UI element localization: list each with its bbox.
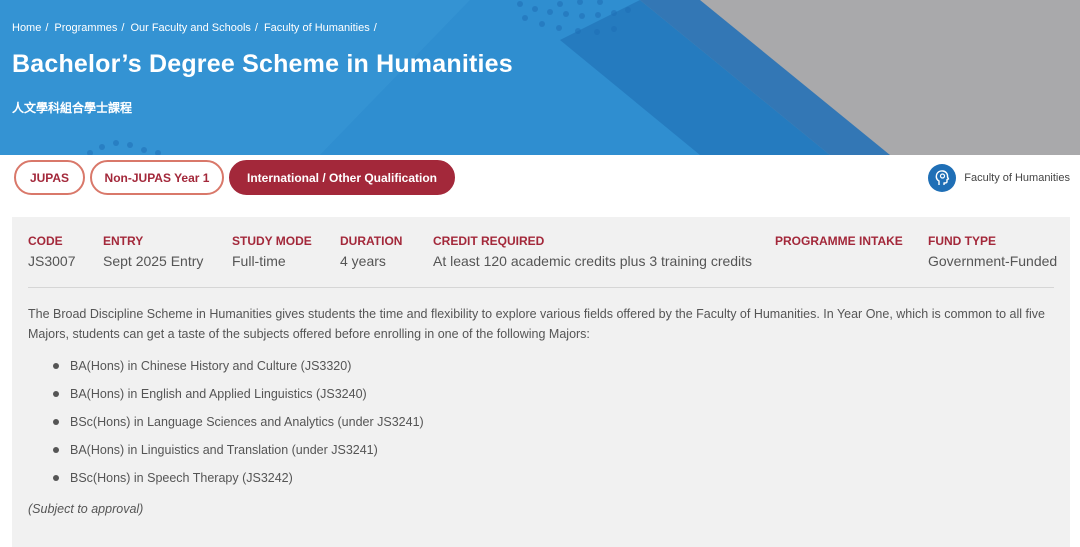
tab-international-other-qualification[interactable]: International / Other Qualification — [229, 160, 455, 195]
info-duration: DURATION 4 years — [340, 234, 402, 269]
list-item: BSc(Hons) in Speech Therapy (JS3242) — [28, 467, 424, 495]
page-title: Bachelor’s Degree Scheme in Humanities — [12, 50, 513, 78]
approval-note: (Subject to approval) — [28, 502, 144, 516]
info-label: FUND TYPE — [928, 234, 997, 248]
info-label: CREDIT REQUIRED — [433, 234, 545, 248]
info-label: CODE — [28, 234, 63, 248]
info-fund-type: FUND TYPE Government-Funded — [928, 234, 1057, 269]
info-label: PROGRAMME INTAKE — [775, 234, 903, 248]
breadcrumb-separator: / — [373, 22, 377, 34]
divider — [28, 287, 1054, 288]
breadcrumb-separator: / — [45, 22, 49, 34]
breadcrumb: Home / Programmes / Our Faculty and Scho… — [12, 22, 379, 34]
list-item: BSc(Hons) in Language Sciences and Analy… — [28, 411, 424, 439]
admission-route-tabs: JUPAS Non-JUPAS Year 1 International / O… — [0, 155, 1080, 217]
breadcrumb-separator: / — [121, 22, 125, 34]
info-label: STUDY MODE — [232, 234, 312, 248]
info-label: DURATION — [340, 234, 403, 248]
head-profile-icon — [928, 164, 957, 192]
breadcrumb-home[interactable]: Home — [12, 22, 41, 34]
majors-list: BA(Hons) in Chinese History and Culture … — [28, 355, 424, 495]
breadcrumb-faculty-of-humanities[interactable]: Faculty of Humanities — [264, 22, 370, 34]
breadcrumb-separator: / — [254, 22, 258, 34]
info-programme-intake: PROGRAMME INTAKE — [775, 234, 903, 253]
info-credit-required: CREDIT REQUIRED At least 120 academic cr… — [433, 234, 752, 269]
tab-non-jupas-year-1[interactable]: Non-JUPAS Year 1 — [90, 160, 224, 195]
info-value: Government-Funded — [928, 253, 1058, 269]
info-value: Full-time — [232, 253, 286, 269]
page-subtitle: 人文學科組合學士課程 — [12, 101, 133, 115]
info-value: JS3007 — [28, 253, 76, 269]
programme-description: The Broad Discipline Scheme in Humanitie… — [28, 307, 1045, 341]
tab-jupas[interactable]: JUPAS — [14, 160, 85, 195]
list-item: BA(Hons) in Linguistics and Translation … — [28, 439, 424, 467]
info-value: Sept 2025 Entry — [103, 253, 204, 269]
faculty-link-label: Faculty of Humanities — [964, 172, 1070, 184]
hero-banner: Home / Programmes / Our Faculty and Scho… — [0, 0, 1080, 155]
info-entry: ENTRY Sept 2025 Entry — [103, 234, 203, 269]
list-item: BA(Hons) in Chinese History and Culture … — [28, 355, 424, 383]
programme-details-card: CODE JS3007 ENTRY Sept 2025 Entry STUDY … — [12, 217, 1070, 547]
info-value: 4 years — [340, 253, 386, 269]
info-study-mode: STUDY MODE Full-time — [232, 234, 312, 269]
info-label: ENTRY — [103, 234, 144, 248]
list-item: BA(Hons) in English and Applied Linguist… — [28, 383, 424, 411]
info-value: At least 120 academic credits plus 3 tra… — [433, 253, 753, 269]
info-code: CODE JS3007 — [28, 234, 75, 269]
breadcrumb-faculty-and-schools[interactable]: Our Faculty and Schools — [130, 22, 250, 34]
programme-info-row: CODE JS3007 ENTRY Sept 2025 Entry STUDY … — [28, 234, 1057, 288]
breadcrumb-programmes[interactable]: Programmes — [54, 22, 117, 34]
faculty-link[interactable]: Faculty of Humanities — [928, 164, 1070, 192]
